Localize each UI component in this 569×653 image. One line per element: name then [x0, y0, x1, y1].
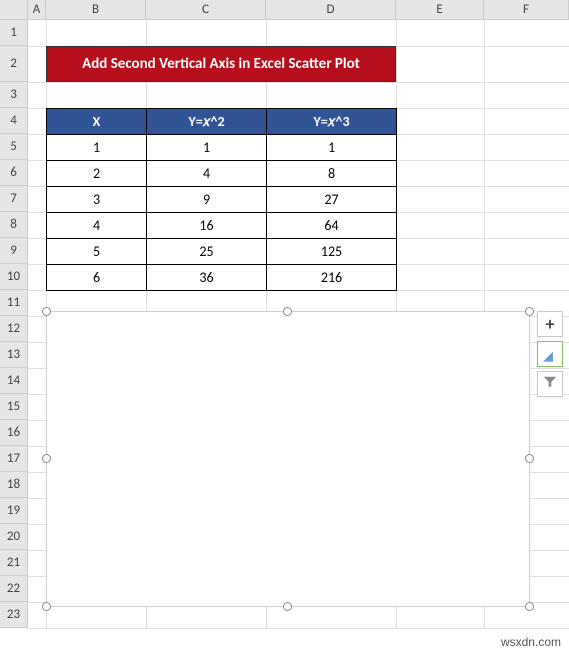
col-header-B[interactable]: B	[46, 0, 146, 19]
table-row: 5 25 125	[47, 239, 397, 265]
cell-x[interactable]: 4	[47, 213, 147, 239]
resize-handle-tm[interactable]	[283, 307, 292, 316]
table-row: 4 16 64	[47, 213, 397, 239]
row-header-18[interactable]: 18	[0, 472, 27, 498]
cell-y1[interactable]: 9	[147, 187, 267, 213]
row-header-11[interactable]: 11	[0, 290, 27, 316]
row-header-19[interactable]: 19	[0, 498, 27, 524]
col-header-A[interactable]: A	[28, 0, 46, 19]
brush-icon	[543, 347, 557, 361]
select-all-corner[interactable]	[0, 0, 28, 19]
chart-elements-button[interactable]	[537, 311, 563, 337]
chart-filters-button[interactable]	[537, 371, 563, 397]
row-header-12[interactable]: 12	[0, 316, 27, 342]
header-x[interactable]: X	[47, 109, 147, 135]
row-header-8[interactable]: 8	[0, 212, 27, 238]
cell-y2[interactable]: 125	[267, 239, 397, 265]
chart-side-buttons	[537, 311, 563, 397]
cell-y2[interactable]: 1	[267, 135, 397, 161]
resize-handle-mr[interactable]	[525, 454, 534, 463]
row-header-23[interactable]: 23	[0, 602, 27, 628]
col-header-F[interactable]: F	[484, 0, 569, 19]
watermark: wsxdn.com	[501, 635, 561, 649]
row-header-3[interactable]: 3	[0, 82, 27, 108]
cell-x[interactable]: 1	[47, 135, 147, 161]
row-header-4[interactable]: 4	[0, 108, 27, 134]
chart-styles-button[interactable]	[537, 341, 563, 367]
cell-x[interactable]: 5	[47, 239, 147, 265]
resize-handle-bl[interactable]	[42, 602, 51, 611]
table-body: 1 1 1 2 4 8 3 9 27 4	[47, 135, 397, 291]
row-header-16[interactable]: 16	[0, 420, 27, 446]
row-header-13[interactable]: 13	[0, 342, 27, 368]
row-header-14[interactable]: 14	[0, 368, 27, 394]
cell-y1[interactable]: 36	[147, 265, 267, 291]
spreadsheet: A B C D E F 1 2 3 4 5 6 7 8 9 10 11 12 1…	[0, 0, 569, 653]
row-header-col: 1 2 3 4 5 6 7 8 9 10 11 12 13 14 15 16 1…	[0, 20, 28, 628]
cell-y1[interactable]: 4	[147, 161, 267, 187]
header-y1[interactable]: Y=𝑥^2	[147, 109, 267, 135]
cell-x[interactable]: 3	[47, 187, 147, 213]
row-header-2[interactable]: 2	[0, 46, 27, 82]
table-row: 3 9 27	[47, 187, 397, 213]
table-row: 2 4 8	[47, 161, 397, 187]
resize-handle-tr[interactable]	[525, 307, 534, 316]
cell-y2[interactable]: 216	[267, 265, 397, 291]
table-row: 1 1 1	[47, 135, 397, 161]
row-header-15[interactable]: 15	[0, 394, 27, 420]
cell-y1[interactable]: 16	[147, 213, 267, 239]
row-header-17[interactable]: 17	[0, 446, 27, 472]
cell-y2[interactable]: 27	[267, 187, 397, 213]
resize-handle-tl[interactable]	[42, 307, 51, 316]
row-header-1[interactable]: 1	[0, 20, 27, 46]
cell-y1[interactable]: 25	[147, 239, 267, 265]
cell-x[interactable]: 2	[47, 161, 147, 187]
resize-handle-bm[interactable]	[283, 602, 292, 611]
cell-y2[interactable]: 64	[267, 213, 397, 239]
row-header-5[interactable]: 5	[0, 134, 27, 160]
row-header-6[interactable]: 6	[0, 160, 27, 186]
row-header-22[interactable]: 22	[0, 576, 27, 602]
title-banner[interactable]: Add Second Vertical Axis in Excel Scatte…	[46, 46, 396, 82]
col-header-D[interactable]: D	[266, 0, 396, 19]
row-header-21[interactable]: 21	[0, 550, 27, 576]
col-header-E[interactable]: E	[396, 0, 484, 19]
row-header-20[interactable]: 20	[0, 524, 27, 550]
table-row: 6 36 216	[47, 265, 397, 291]
cell-x[interactable]: 6	[47, 265, 147, 291]
plus-icon	[546, 313, 555, 335]
header-y2[interactable]: Y=𝑥^3	[267, 109, 397, 135]
col-header-C[interactable]: C	[146, 0, 266, 19]
resize-handle-br[interactable]	[525, 602, 534, 611]
row-header-9[interactable]: 9	[0, 238, 27, 264]
row-header-10[interactable]: 10	[0, 264, 27, 290]
column-header-row: A B C D E F	[0, 0, 569, 20]
data-table: X Y=𝑥^2 Y=𝑥^3 1 1 1 2 4 8	[46, 108, 397, 291]
funnel-icon	[543, 375, 557, 393]
resize-handle-ml[interactable]	[42, 454, 51, 463]
table-header-row: X Y=𝑥^2 Y=𝑥^3	[47, 109, 397, 135]
cell-y1[interactable]: 1	[147, 135, 267, 161]
cell-y2[interactable]: 8	[267, 161, 397, 187]
row-header-7[interactable]: 7	[0, 186, 27, 212]
chart-object[interactable]	[46, 311, 530, 607]
